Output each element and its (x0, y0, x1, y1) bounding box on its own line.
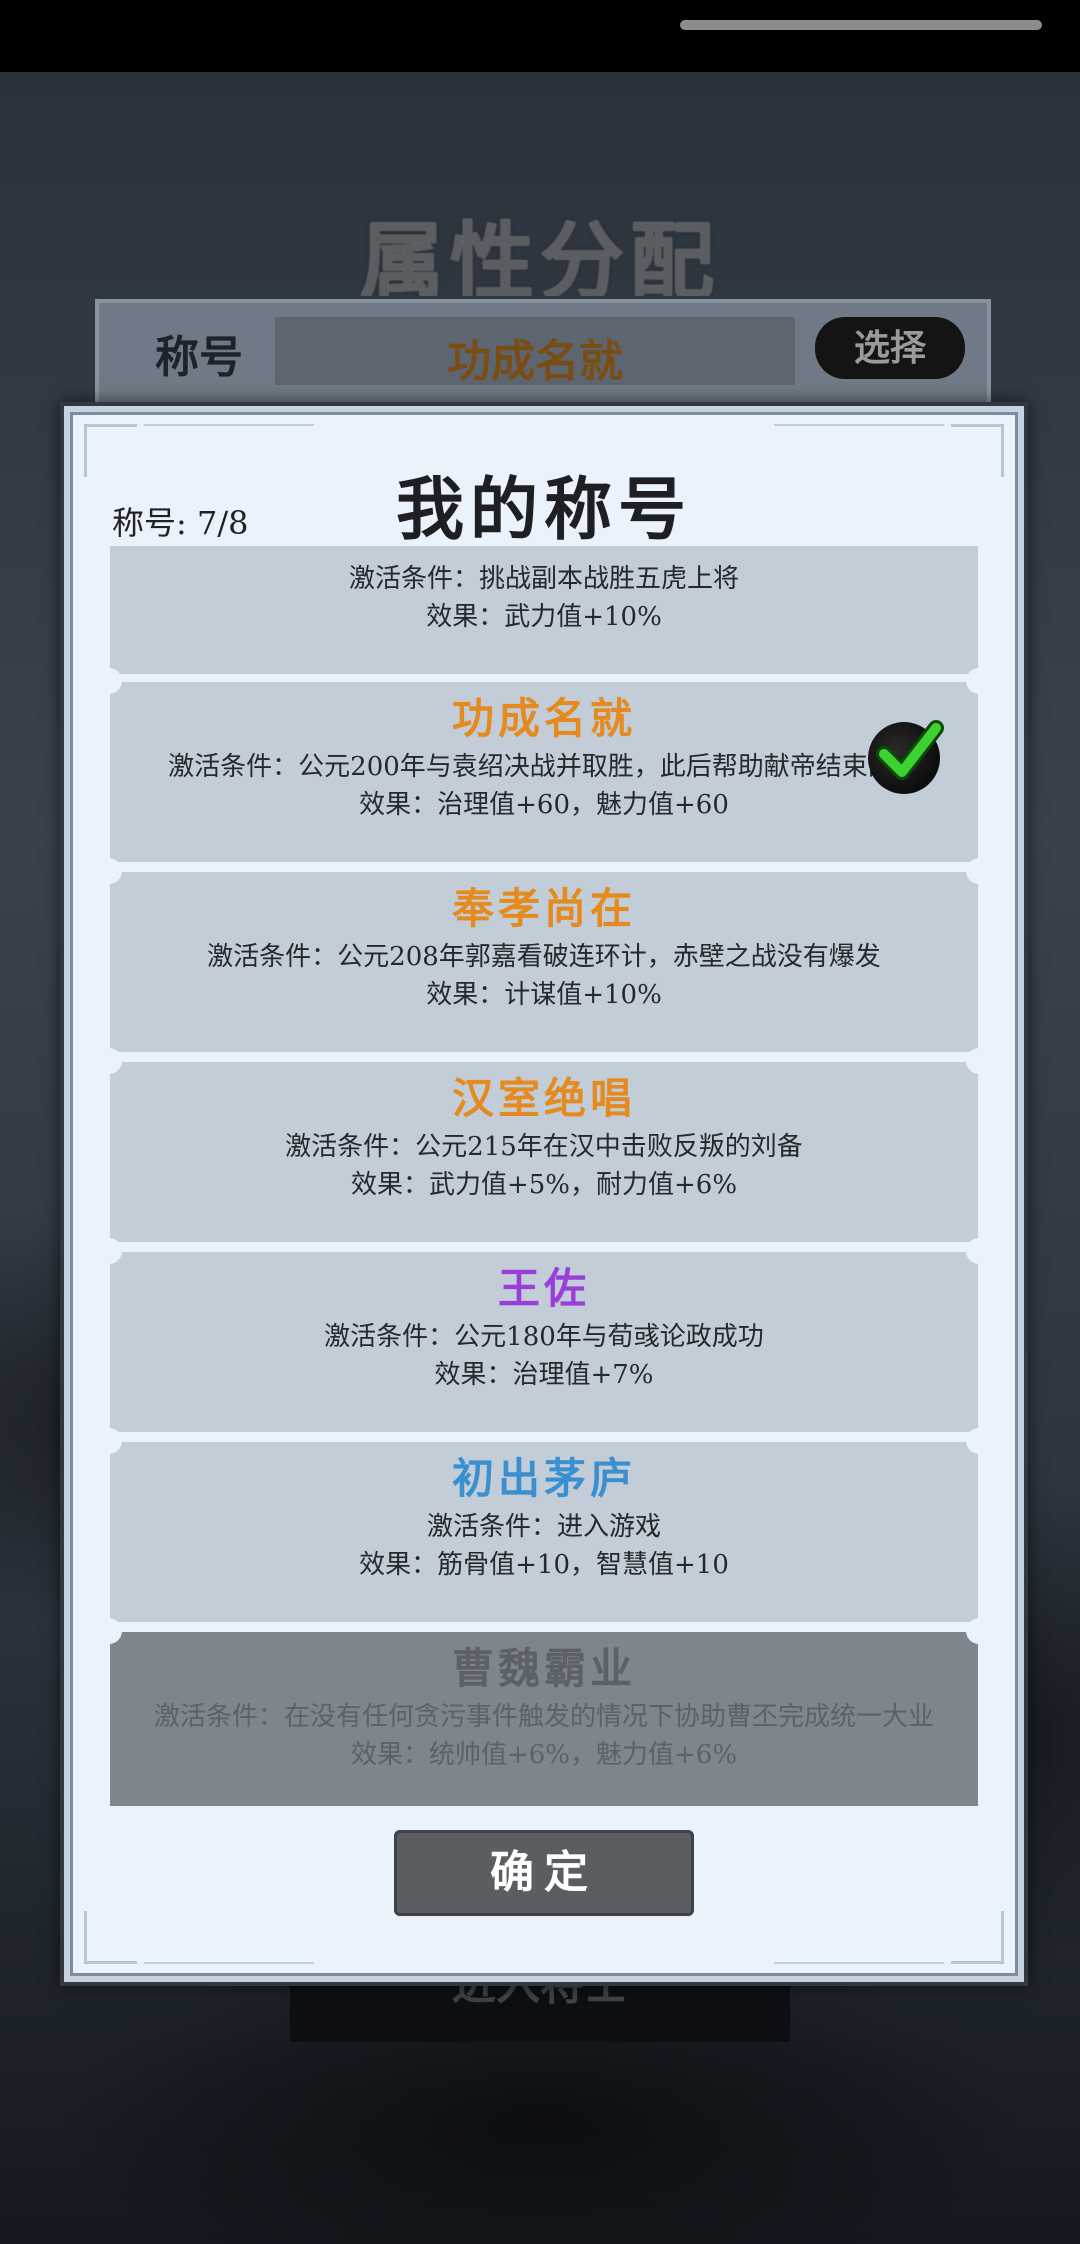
title-card-effect: 效果：统帅值+6%，魅力值+6% (350, 1740, 738, 1770)
background-title-value: 功成名就 (447, 336, 623, 387)
title-card-name (110, 546, 978, 560)
title-card-condition: 激活条件：公元215年在汉中击败反叛的刘备 (285, 1132, 803, 1162)
title-card-name: 奉孝尚在 (451, 884, 636, 933)
title-card-condition: 激活条件：进入游戏 (426, 1512, 661, 1542)
background-title-label: 称号 (155, 332, 243, 383)
ornament-line (774, 1962, 944, 1964)
title-card-condition: 激活条件：公元200年与袁绍决战并取胜，此后帮助献帝结束乱世 (168, 752, 920, 782)
corner-ornament (84, 1911, 137, 1964)
background-title-panel: 称号 功成名就 选择 (92, 296, 994, 412)
title-card[interactable]: 初出茅庐 激活条件：进入游戏 效果：筋骨值+10，智慧值+10 (110, 1428, 978, 1622)
confirm-button[interactable]: 确定 (394, 1830, 694, 1916)
title-card[interactable]: 奉孝尚在 激活条件：公元208年郭嘉看破连环计，赤壁之战没有爆发 效果：计谋值+… (110, 858, 978, 1052)
my-titles-modal: 称号: 7/8 我的称号 激活条件：挑战副本战胜五虎上将 效果：武力值+10% … (60, 402, 1028, 1986)
title-list[interactable]: 激活条件：挑战副本战胜五虎上将 效果：武力值+10% 功成名就 激活条件：公元2… (110, 546, 978, 1806)
ornament-line (144, 1962, 314, 1964)
ornament-line (774, 424, 944, 426)
title-card-name: 汉室绝唱 (451, 1074, 636, 1123)
title-card-condition: 激活条件：公元180年与荀彧论政成功 (324, 1322, 764, 1352)
title-card[interactable]: 王佐 激活条件：公元180年与荀彧论政成功 效果：治理值+7% (110, 1238, 978, 1432)
background-choose-button: 选择 (815, 317, 965, 379)
title-card-locked[interactable]: 曹魏霸业 激活条件：在没有任何贪污事件触发的情况下协助曹丕完成统一大业 效果：统… (110, 1618, 978, 1806)
status-bar-handle (680, 20, 1042, 30)
title-card-condition: 激活条件：在没有任何贪污事件触发的情况下协助曹丕完成统一大业 (153, 1702, 934, 1732)
title-card[interactable]: 激活条件：挑战副本战胜五虎上将 效果：武力值+10% (110, 546, 978, 674)
title-card-selected[interactable]: 功成名就 激活条件：公元200年与袁绍决战并取胜，此后帮助献帝结束乱世 效果：治… (110, 668, 978, 862)
check-icon (868, 720, 944, 794)
title-card-effect: 效果：筋骨值+10，智慧值+10 (359, 1550, 729, 1580)
title-card-name: 王佐 (497, 1264, 590, 1313)
title-card-effect: 效果：计谋值+10% (426, 980, 662, 1010)
title-card-condition: 激活条件：公元208年郭嘉看破连环计，赤壁之战没有爆发 (207, 942, 881, 972)
modal-title: 我的称号 (395, 470, 692, 550)
title-card-effect: 效果：治理值+60，魅力值+60 (359, 790, 729, 820)
title-card-effect: 效果：武力值+5%，耐力值+6% (350, 1170, 738, 1200)
title-card-effect: 效果：治理值+7% (434, 1360, 654, 1390)
corner-ornament (951, 1911, 1004, 1964)
title-card-name: 初出茅庐 (451, 1454, 636, 1503)
ornament-line (144, 424, 314, 426)
background-title-field: 功成名就 (275, 317, 795, 387)
title-card-condition: 激活条件：挑战副本战胜五虎上将 (348, 564, 739, 594)
title-card-name: 曹魏霸业 (451, 1644, 636, 1693)
title-card-name: 功成名就 (451, 694, 636, 743)
title-card-effect: 效果：武力值+10% (426, 602, 662, 632)
title-card[interactable]: 汉室绝唱 激活条件：公元215年在汉中击败反叛的刘备 效果：武力值+5%，耐力值… (110, 1048, 978, 1242)
status-bar (0, 0, 1080, 72)
